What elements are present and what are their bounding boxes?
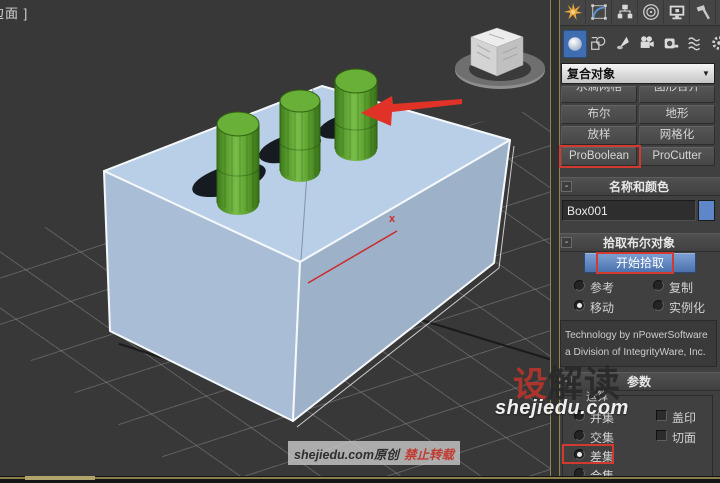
command-panel: 复合对象 ▼ 水滴网格 图形合并 布尔 地形 放样 网格化 ProBoolean… [558,0,720,477]
waves-icon [688,37,701,51]
shapemerge-button[interactable]: 图形合并 [639,86,715,103]
rollout-pick-boolean[interactable]: - 拾取布尔对象 [558,233,720,252]
red-x-annotation: x [389,213,396,225]
border-highlight-patch [25,476,95,480]
utilities-tab[interactable] [690,0,716,24]
bottom-watermark: shejiedu.com原创 禁止转载 [288,441,460,465]
radio-intersection[interactable] [574,430,585,441]
camera-icon [640,36,654,48]
rollout-title: 名称和颜色 [608,180,669,194]
create-starburst-icon [563,2,582,21]
cylinder-1 [216,111,260,215]
cylinder-2 [279,89,321,182]
shapes-icon [591,36,606,50]
hierarchy-tree-icon [617,4,632,19]
collapse-icon[interactable]: - [561,376,572,387]
rollout-title: 拾取布尔对象 [602,236,675,250]
scene-3d: x [103,27,545,428]
collapse-icon[interactable]: - [561,181,572,192]
rollout-name-color[interactable]: - 名称和颜色 [558,177,720,196]
display-tab[interactable] [664,0,690,24]
category-shapes[interactable] [587,30,609,56]
watermark-warning-text: 禁止转载 [403,447,454,462]
radio-reference[interactable] [574,280,585,291]
modify-arc-icon [590,4,607,20]
object-name-input[interactable] [562,200,696,221]
terrain-button[interactable]: 地形 [639,105,715,124]
watermark-site-text: shejiedu.com原创 [294,447,399,462]
radio-instance[interactable] [653,300,664,311]
active-viewport-border [0,477,720,479]
object-color-swatch[interactable] [698,200,715,221]
radio-copy[interactable] [653,280,664,291]
radio-move[interactable] [574,300,585,311]
radio-union[interactable] [574,410,585,421]
tape-measure-icon [664,38,679,49]
geometry-sphere-icon [568,37,582,51]
category-space-warps[interactable] [684,30,706,56]
motion-rings-icon [642,4,659,20]
perspective-viewport[interactable]: x 边面 ] shejiedu.com原创 禁止转载 [0,0,555,477]
object-type-dropdown[interactable]: 复合对象 ▼ [561,63,715,84]
blobmesh-button[interactable]: 水滴网格 [561,86,637,103]
radio-subtraction[interactable] [574,449,585,460]
operation-group-label: 运算 [582,388,612,404]
radio-reference-label: 参考 [590,281,615,295]
info-line-1: Technology by nPowerSoftware [565,330,708,341]
radio-copy-label: 复制 [669,281,694,295]
boolean-button[interactable]: 布尔 [561,105,637,124]
hierarchy-tab[interactable] [612,0,638,24]
category-cameras[interactable] [636,30,658,56]
app-window: x 边面 ] shejiedu.com原创 禁止转载 [0,0,720,483]
panel-splitter[interactable] [550,0,560,477]
radio-subtraction-label: 差集 [590,450,615,464]
category-systems[interactable] [708,30,720,56]
motion-tab[interactable] [638,0,664,24]
dropdown-value: 复合对象 [567,67,616,81]
gear-icon [712,36,720,50]
spotlight-icon [616,36,629,50]
checkbox-imprint-label: 盖印 [672,411,697,425]
procutter-button[interactable]: ProCutter [639,147,715,166]
start-picking-button[interactable]: 开始拾取 [584,253,696,273]
viewport-shading-label[interactable]: 边面 ] [0,3,28,22]
category-lights[interactable] [612,30,634,56]
radio-move-label: 移动 [590,301,615,315]
mesher-button[interactable]: 网格化 [639,126,715,145]
category-helpers[interactable] [660,30,682,56]
info-line-2: a Division of IntegrityWare, Inc. [565,347,706,358]
modify-tab[interactable] [586,0,612,24]
panel-tabs [558,0,720,26]
proboolean-button[interactable]: ProBoolean [561,147,637,166]
checkbox-cookie-label: 切面 [672,431,697,445]
chevron-down-icon: ▼ [702,69,710,78]
radio-union-label: 并集 [590,411,615,425]
cube-ring-logo [455,27,545,89]
radio-intersection-label: 交集 [590,431,615,445]
technology-info-box: Technology by nPowerSoftware a Division … [560,320,717,367]
collapse-icon[interactable]: - [561,237,572,248]
create-tab[interactable] [560,0,586,24]
viewport-bottom-border [0,476,720,483]
checkbox-imprint[interactable] [656,410,667,421]
display-monitor-icon [669,5,684,20]
utilities-hammer-icon [696,5,710,20]
category-geometry[interactable] [563,30,587,58]
radio-instance-label: 实例化 [669,301,706,315]
loft-button[interactable]: 放样 [561,126,637,145]
checkbox-cookie[interactable] [656,430,667,441]
